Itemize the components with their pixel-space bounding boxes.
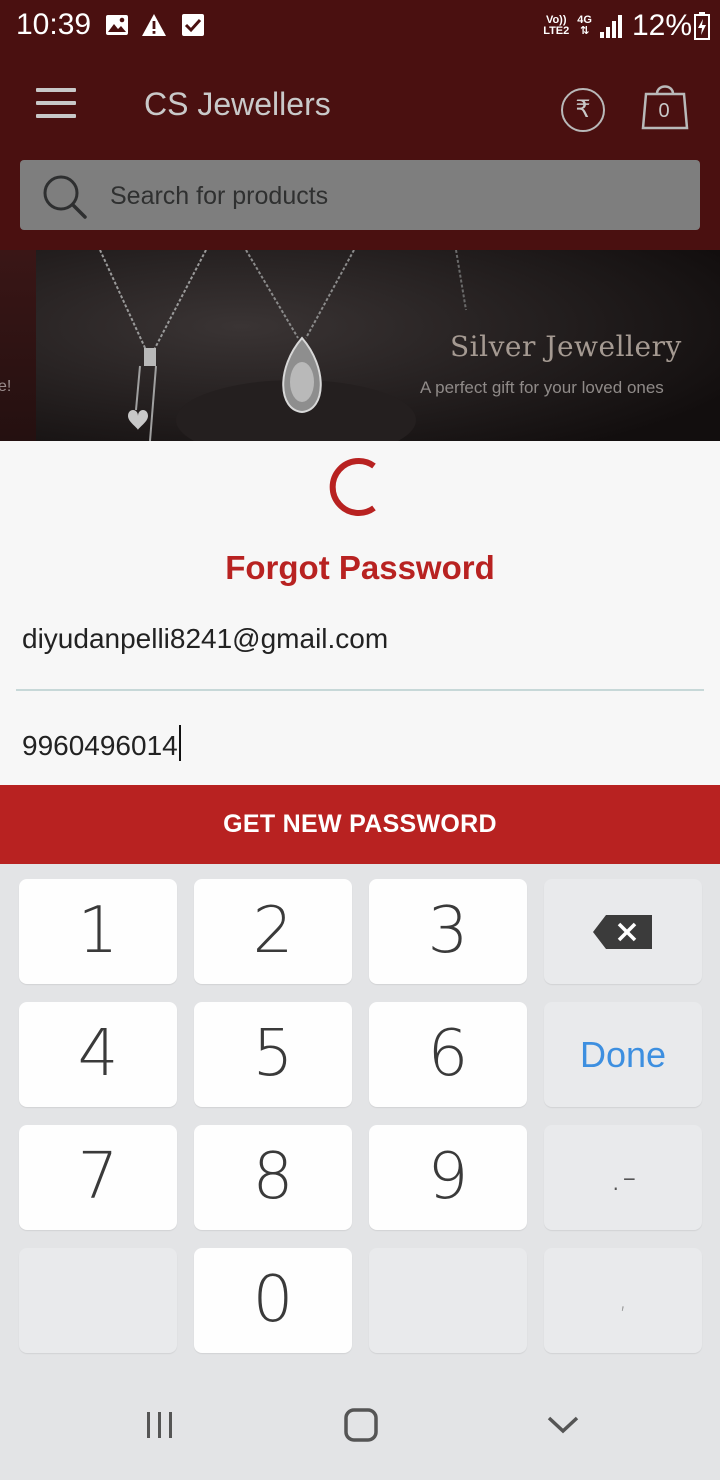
promo-banner[interactable]: e! Silver Jewellery A perfect gift for y… xyxy=(0,250,720,441)
check-box-icon xyxy=(182,14,204,36)
status-bar: 10:39 Vo)) LTE2 4G ⇅ 12% xyxy=(0,0,720,52)
done-key[interactable]: Done xyxy=(544,1002,702,1107)
search-icon xyxy=(43,175,87,219)
image-icon xyxy=(106,15,128,35)
battery-charging-icon xyxy=(694,12,710,40)
app-title: CS Jewellers xyxy=(144,86,331,122)
menu-icon[interactable] xyxy=(36,88,76,118)
dialog-title: Forgot Password xyxy=(225,549,495,586)
cart-count: 0 xyxy=(658,100,670,122)
warning-icon xyxy=(142,14,166,36)
key-1[interactable]: 1 xyxy=(19,879,177,984)
key-3[interactable]: 3 xyxy=(369,879,527,984)
phone-value: 9960496014 xyxy=(22,730,178,761)
status-right: Vo)) LTE2 4G ⇅ 12% xyxy=(543,8,710,44)
numeric-keyboard: 1 2 3 4 5 6 Done 7 8 9 .- 0 , xyxy=(0,864,720,1370)
get-new-password-button[interactable]: GET NEW PASSWORD xyxy=(0,785,720,864)
hide-keyboard-icon[interactable] xyxy=(533,1400,593,1450)
volte-indicator: Vo)) LTE2 xyxy=(543,15,569,37)
system-nav-bar xyxy=(0,1370,720,1480)
blank-key-right xyxy=(369,1248,527,1353)
text-cursor xyxy=(178,725,181,761)
forgot-password-dialog: Forgot Password diyudanpelli8241@gmail.c… xyxy=(0,441,720,864)
key-7[interactable]: 7 xyxy=(19,1125,177,1230)
recent-apps-icon[interactable] xyxy=(130,1400,190,1450)
key-2[interactable]: 2 xyxy=(194,879,352,984)
app-bar: CS Jewellers ₹ 0 Search for products xyxy=(0,52,720,250)
symbol-key[interactable]: .- xyxy=(544,1125,702,1230)
key-8[interactable]: 8 xyxy=(194,1125,352,1230)
previous-slide-text: e! xyxy=(0,378,12,395)
rupee-icon[interactable]: ₹ xyxy=(561,88,605,132)
battery-percent: 12% xyxy=(631,9,692,42)
blank-key-left xyxy=(19,1248,177,1353)
cart-button[interactable]: 0 xyxy=(640,78,690,134)
key-6[interactable]: 6 xyxy=(369,1002,527,1107)
banner-title: Silver Jewellery xyxy=(450,330,682,363)
backspace-icon xyxy=(593,915,652,949)
email-field[interactable]: diyudanpelli8241@gmail.com xyxy=(16,601,704,691)
previous-slide-peek: e! xyxy=(0,250,36,441)
search-placeholder: Search for products xyxy=(110,182,329,210)
loading-spinner-icon xyxy=(329,458,376,516)
signal-icon xyxy=(599,15,622,38)
app-screen: 10:39 Vo)) LTE2 4G ⇅ 12% CS Jewellers ₹ … xyxy=(0,0,720,1480)
home-icon[interactable] xyxy=(330,1400,390,1450)
key-0[interactable]: 0 xyxy=(194,1248,352,1353)
network-type: 4G ⇅ xyxy=(577,15,592,37)
status-time: 10:39 xyxy=(16,8,92,41)
banner-subtitle: A perfect gift for your loved ones xyxy=(420,378,664,397)
phone-value-row: 9960496014 xyxy=(22,725,181,762)
backspace-key[interactable] xyxy=(544,879,702,984)
search-bar[interactable]: Search for products xyxy=(20,160,700,230)
key-5[interactable]: 5 xyxy=(194,1002,352,1107)
data-arrows-icon: ⇅ xyxy=(580,25,590,37)
key-4[interactable]: 4 xyxy=(19,1002,177,1107)
key-9[interactable]: 9 xyxy=(369,1125,527,1230)
comma-key[interactable]: , xyxy=(544,1248,702,1353)
lte-label: LTE2 xyxy=(543,25,570,37)
email-value: diyudanpelli8241@gmail.com xyxy=(22,623,389,654)
phone-field[interactable]: 9960496014 xyxy=(16,703,704,793)
